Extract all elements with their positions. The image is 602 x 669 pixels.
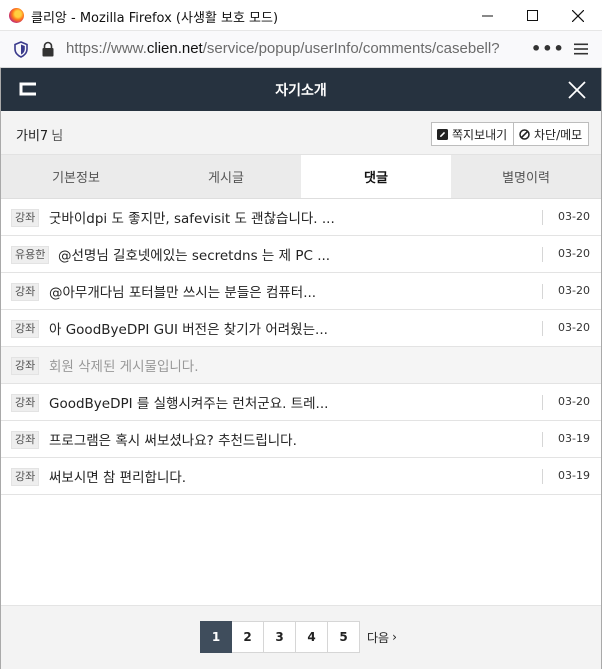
divider [542,321,543,336]
next-page-label: 다음 [367,630,390,645]
hamburger-menu-icon[interactable] [574,42,588,56]
user-name: 가비7 [16,129,49,144]
comment-row[interactable]: 유용한 @선명님 길호넷에있는 secretdns 는 제 PC ... 03-… [1,236,601,273]
pagination: 1 2 3 4 5 다음 › [200,621,397,653]
tracking-protection-shield-icon[interactable] [13,41,29,58]
board-badge: 강좌 [11,468,40,486]
minimize-icon [481,15,493,17]
board-badge: 강좌 [11,283,40,301]
page-3-button[interactable]: 3 [264,621,296,653]
page-5-button[interactable]: 5 [328,621,360,653]
comment-date: 03-20 [558,284,590,297]
board-badge: 유용한 [11,246,50,264]
comment-text[interactable]: GoodByeDPI 를 실행시켜주는 런처군요. 트레... [49,392,328,412]
window-title: 클리앙 - Mozilla Firefox (사생활 보호 모드) [31,11,279,26]
divider [542,395,543,410]
user-info-bar: 가비7 님 쪽지보내기 차단/메모 [1,111,601,155]
divider [542,210,543,225]
page-actions-button[interactable]: ••• [531,39,565,58]
url-prefix: https://www. [66,40,147,57]
send-message-label: 쪽지보내기 [452,127,508,142]
board-badge: 강좌 [11,394,40,412]
deleted-comment-row: 강좌 회원 삭제된 게시물입니다. [1,347,601,384]
divider [542,284,543,299]
comment-text: 회원 삭제된 게시물입니다. [49,359,199,375]
window-close-button[interactable] [555,0,601,31]
firefox-icon [9,8,24,23]
window-titlebar: 클리앙 - Mozilla Firefox (사생활 보호 모드) [0,0,602,31]
board-badge: 강좌 [11,431,40,449]
comment-date: 03-19 [558,432,590,445]
url-host: clien.net [146,40,203,57]
comment-row[interactable]: 강좌 @아무개다님 포터블만 쓰시는 분들은 컴퓨터... 03-20 [1,273,601,310]
page-2-button[interactable]: 2 [232,621,264,653]
divider [542,432,543,447]
tab-posts[interactable]: 게시글 [151,155,301,198]
comment-text[interactable]: @아무개다님 포터블만 쓰시는 분들은 컴퓨터... [49,281,316,301]
board-badge: 강좌 [11,320,40,338]
comment-row[interactable]: 강좌 굿바이dpi 도 좋지만, safevisit 도 괜찮습니다. ... … [1,199,601,236]
pagination-bar: 1 2 3 4 5 다음 › [1,605,601,669]
address-bar: https://www.clien.net/service/popup/user… [0,31,602,68]
comment-date: 03-20 [558,210,590,223]
comment-date: 03-20 [558,395,590,408]
popup-close-icon[interactable] [566,79,588,101]
comment-text[interactable]: 아 GoodByeDPI GUI 버전은 찾기가 어려웠는... [49,318,328,338]
comment-row[interactable]: 강좌 GoodByeDPI 를 실행시켜주는 런처군요. 트레... 03-20 [1,384,601,421]
comment-text[interactable]: 프로그램은 혹시 써보셨나요? 추천드립니다. [49,429,297,449]
url-field[interactable]: https://www.clien.net/service/popup/user… [66,40,500,57]
comment-text[interactable]: @선명님 길호넷에있는 secretdns 는 제 PC ... [58,244,330,264]
chevron-right-icon: › [392,630,397,644]
profile-tabs: 기본정보 게시글 댓글 별명이력 [1,155,601,199]
comment-date: 03-20 [558,247,590,260]
comment-row[interactable]: 강좌 프로그램은 혹시 써보셨나요? 추천드립니다. 03-19 [1,421,601,458]
tab-comments[interactable]: 댓글 [301,155,451,198]
block-memo-button[interactable]: 차단/메모 [513,122,590,146]
block-memo-label: 차단/메모 [534,127,583,142]
edit-icon [437,128,448,140]
block-icon [519,128,530,140]
minimize-button[interactable] [464,0,510,31]
next-page-button[interactable]: 다음 › [360,621,397,653]
popup-header: 자기소개 [1,68,601,111]
lock-icon[interactable] [41,41,55,58]
divider [542,247,543,262]
window-border-left [0,68,1,669]
url-path: /service/popup/userInfo/comments/casebel… [202,40,500,57]
popup-title: 자기소개 [275,83,327,99]
comment-row[interactable]: 강좌 써보시면 참 편리합니다. 03-19 [1,458,601,495]
board-badge: 강좌 [11,357,40,375]
comment-date: 03-20 [558,321,590,334]
close-icon [572,9,584,22]
page-4-button[interactable]: 4 [296,621,328,653]
comment-date: 03-19 [558,469,590,482]
maximize-button[interactable] [509,0,555,31]
page-1-button[interactable]: 1 [200,621,232,653]
comment-text[interactable]: 굿바이dpi 도 좋지만, safevisit 도 괜찮습니다. ... [49,207,335,227]
divider [542,469,543,484]
maximize-icon [526,10,538,21]
tab-basic-info[interactable]: 기본정보 [1,155,151,198]
user-suffix: 님 [51,129,64,144]
send-message-button[interactable]: 쪽지보내기 [431,122,515,146]
tab-nickname-history[interactable]: 별명이력 [451,155,601,198]
user-nickname: 가비7 님 [16,125,63,144]
board-badge: 강좌 [11,209,40,227]
comment-list: 강좌 굿바이dpi 도 좋지만, safevisit 도 괜찮습니다. ... … [1,199,601,495]
comment-text[interactable]: 써보시면 참 편리합니다. [49,466,186,486]
comment-row[interactable]: 강좌 아 GoodByeDPI GUI 버전은 찾기가 어려웠는... 03-2… [1,310,601,347]
